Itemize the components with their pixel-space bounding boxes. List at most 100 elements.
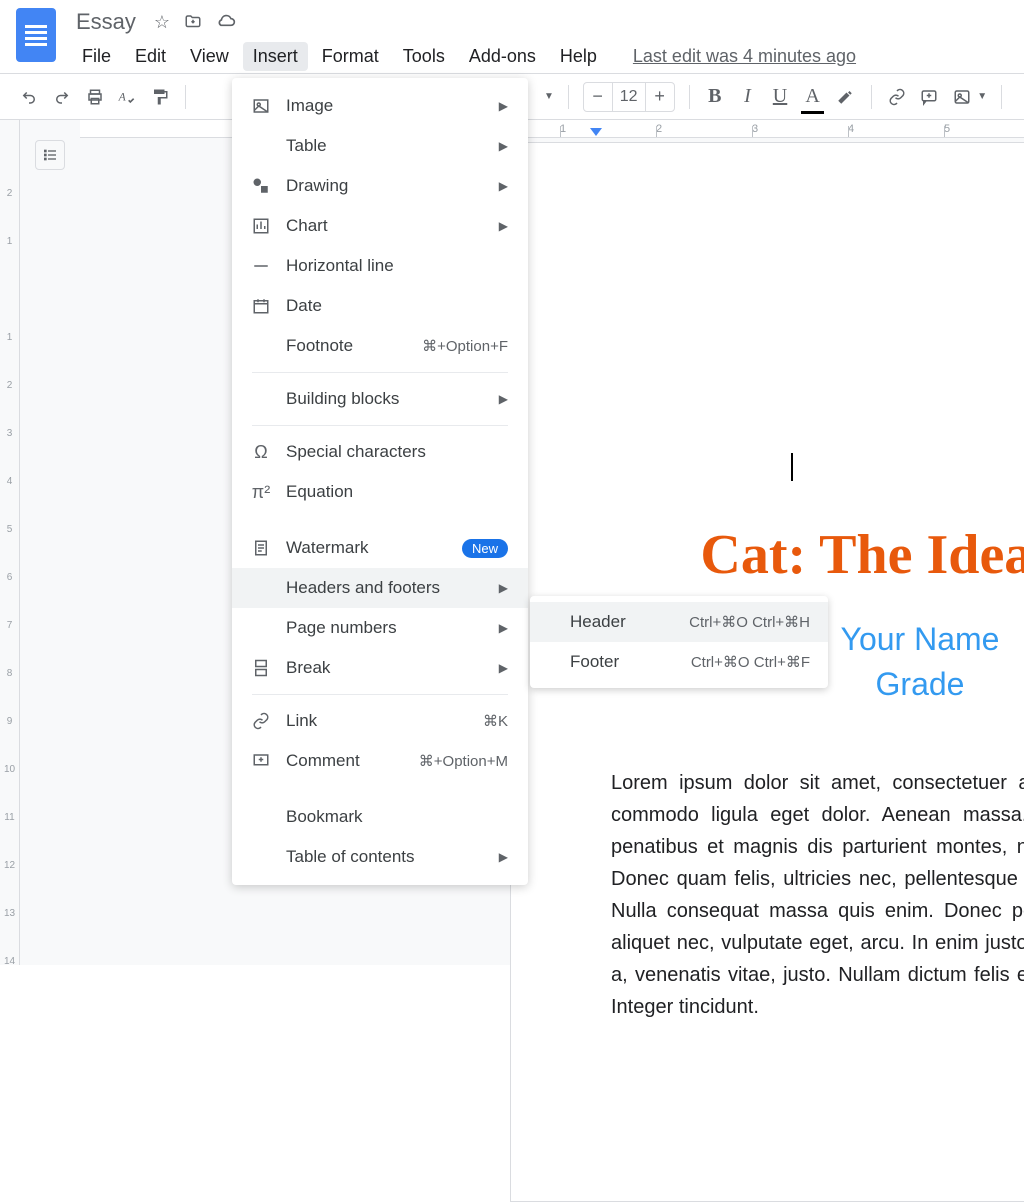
separator [1001, 85, 1002, 109]
ruler-v-tick: 8 [0, 650, 19, 698]
font-size-decrease-button[interactable]: − [584, 86, 612, 107]
print-button[interactable] [83, 83, 106, 111]
separator [568, 85, 569, 109]
dd-label: Special characters [286, 442, 508, 462]
docs-logo-icon[interactable] [16, 8, 56, 62]
submenu-header[interactable]: Header Ctrl+⌘O Ctrl+⌘H [530, 602, 828, 642]
separator [689, 85, 690, 109]
drawing-icon [248, 177, 274, 195]
essay-title[interactable]: Cat: The Ideal Pet [611, 523, 1024, 587]
cloud-saved-icon[interactable] [216, 12, 236, 32]
insert-dropdown-menu: Image ▶ Table ▶ Drawing ▶ Chart ▶ Horizo… [232, 78, 528, 885]
dd-gap [232, 512, 528, 528]
chevron-right-icon: ▶ [499, 392, 508, 406]
dd-drawing[interactable]: Drawing ▶ [232, 166, 528, 206]
ruler-v-tick: 9 [0, 698, 19, 746]
document-title[interactable]: Essay [72, 9, 140, 35]
font-dropdown-caret-icon[interactable]: ▼ [544, 91, 554, 102]
underline-button[interactable]: U [769, 83, 792, 111]
chart-icon [248, 217, 274, 235]
ruler-v-tick: 7 [0, 602, 19, 650]
ruler-v-tick: 3 [0, 410, 19, 458]
horizontal-ruler: 1 2 3 4 5 6 7 [80, 120, 1024, 138]
dd-label: Date [286, 296, 508, 316]
ruler-v-tick: 11 [0, 794, 19, 842]
highlight-button[interactable] [834, 83, 857, 111]
redo-button[interactable] [51, 83, 74, 111]
menu-file[interactable]: File [72, 42, 121, 71]
dd-label: Bookmark [286, 807, 508, 827]
link-icon [248, 712, 274, 730]
ruler-v-tick: 13 [0, 890, 19, 938]
menu-format[interactable]: Format [312, 42, 389, 71]
dd-special-chars[interactable]: Ω Special characters [232, 432, 528, 472]
paint-format-button[interactable] [149, 83, 172, 111]
ruler-v-tick: 1 [0, 314, 19, 362]
dd-equation[interactable]: π² Equation [232, 472, 528, 512]
new-badge: New [462, 539, 508, 558]
svg-text:A: A [118, 90, 127, 103]
dd-horizontal-line[interactable]: Horizontal line [232, 246, 528, 286]
show-outline-button[interactable] [35, 140, 65, 170]
menu-tools[interactable]: Tools [393, 42, 455, 71]
text-color-button[interactable]: A [801, 83, 824, 111]
dd-label: Link [286, 711, 483, 731]
chevron-right-icon: ▶ [499, 581, 508, 595]
ruler-v-tick: 14 [0, 938, 19, 986]
dd-chart[interactable]: Chart ▶ [232, 206, 528, 246]
font-size-value[interactable]: 12 [612, 83, 646, 111]
dd-headers-footers[interactable]: Headers and footers ▶ [232, 568, 528, 608]
dd-label: Comment [286, 751, 419, 771]
dd-image[interactable]: Image ▶ [232, 86, 528, 126]
dd-footnote[interactable]: Footnote ⌘+Option+F [232, 326, 528, 366]
last-edit-link[interactable]: Last edit was 4 minutes ago [623, 42, 866, 71]
submenu-shortcut: Ctrl+⌘O Ctrl+⌘F [691, 653, 810, 671]
insert-comment-button[interactable] [918, 83, 941, 111]
dd-label: Footnote [286, 336, 422, 356]
ruler-v-tick: 6 [0, 554, 19, 602]
dd-date[interactable]: Date [232, 286, 528, 326]
ruler-h-tick: 1 [560, 123, 656, 135]
dd-bookmark[interactable]: Bookmark [232, 797, 528, 837]
submenu-shortcut: Ctrl+⌘O Ctrl+⌘H [689, 613, 810, 631]
dd-break[interactable]: Break ▶ [232, 648, 528, 688]
chevron-right-icon: ▶ [499, 99, 508, 113]
menu-insert[interactable]: Insert [243, 42, 308, 71]
date-icon [248, 297, 274, 315]
dd-separator [252, 694, 508, 695]
insert-image-button[interactable] [951, 83, 974, 111]
watermark-icon [248, 539, 274, 557]
image-dropdown-caret-icon[interactable]: ▼ [977, 91, 987, 102]
indent-marker-icon[interactable] [590, 128, 602, 136]
omega-icon: Ω [248, 442, 274, 463]
submenu-label: Footer [570, 652, 691, 672]
essay-body[interactable]: Lorem ipsum dolor sit amet, consectetuer… [611, 767, 1024, 1023]
ruler-h-tick: 3 [752, 123, 848, 135]
italic-button[interactable]: I [736, 83, 759, 111]
menu-view[interactable]: View [180, 42, 239, 71]
dd-label: Equation [286, 482, 508, 502]
vertical-ruler: 2 1 1 2 3 4 5 6 7 8 9 10 11 12 13 14 [0, 120, 20, 965]
submenu-footer[interactable]: Footer Ctrl+⌘O Ctrl+⌘F [530, 642, 828, 682]
star-outline-icon[interactable]: ☆ [154, 12, 170, 33]
horizontal-line-icon [248, 257, 274, 275]
move-to-folder-icon[interactable] [184, 13, 202, 31]
dd-table-of-contents[interactable]: Table of contents ▶ [232, 837, 528, 877]
menu-help[interactable]: Help [550, 42, 607, 71]
dd-table[interactable]: Table ▶ [232, 126, 528, 166]
dd-building-blocks[interactable]: Building blocks ▶ [232, 379, 528, 419]
dd-page-numbers[interactable]: Page numbers ▶ [232, 608, 528, 648]
spellcheck-button[interactable]: A [116, 83, 139, 111]
font-size-increase-button[interactable]: + [646, 86, 674, 107]
dd-comment[interactable]: Comment ⌘+Option+M [232, 741, 528, 781]
dd-label: Break [286, 658, 499, 678]
title-row: Essay ☆ [72, 8, 866, 36]
dd-gap [232, 781, 528, 797]
dd-link[interactable]: Link ⌘K [232, 701, 528, 741]
menu-addons[interactable]: Add-ons [459, 42, 546, 71]
undo-button[interactable] [18, 83, 41, 111]
menu-edit[interactable]: Edit [125, 42, 176, 71]
insert-link-button[interactable] [885, 83, 908, 111]
bold-button[interactable]: B [703, 83, 726, 111]
dd-watermark[interactable]: Watermark New [232, 528, 528, 568]
